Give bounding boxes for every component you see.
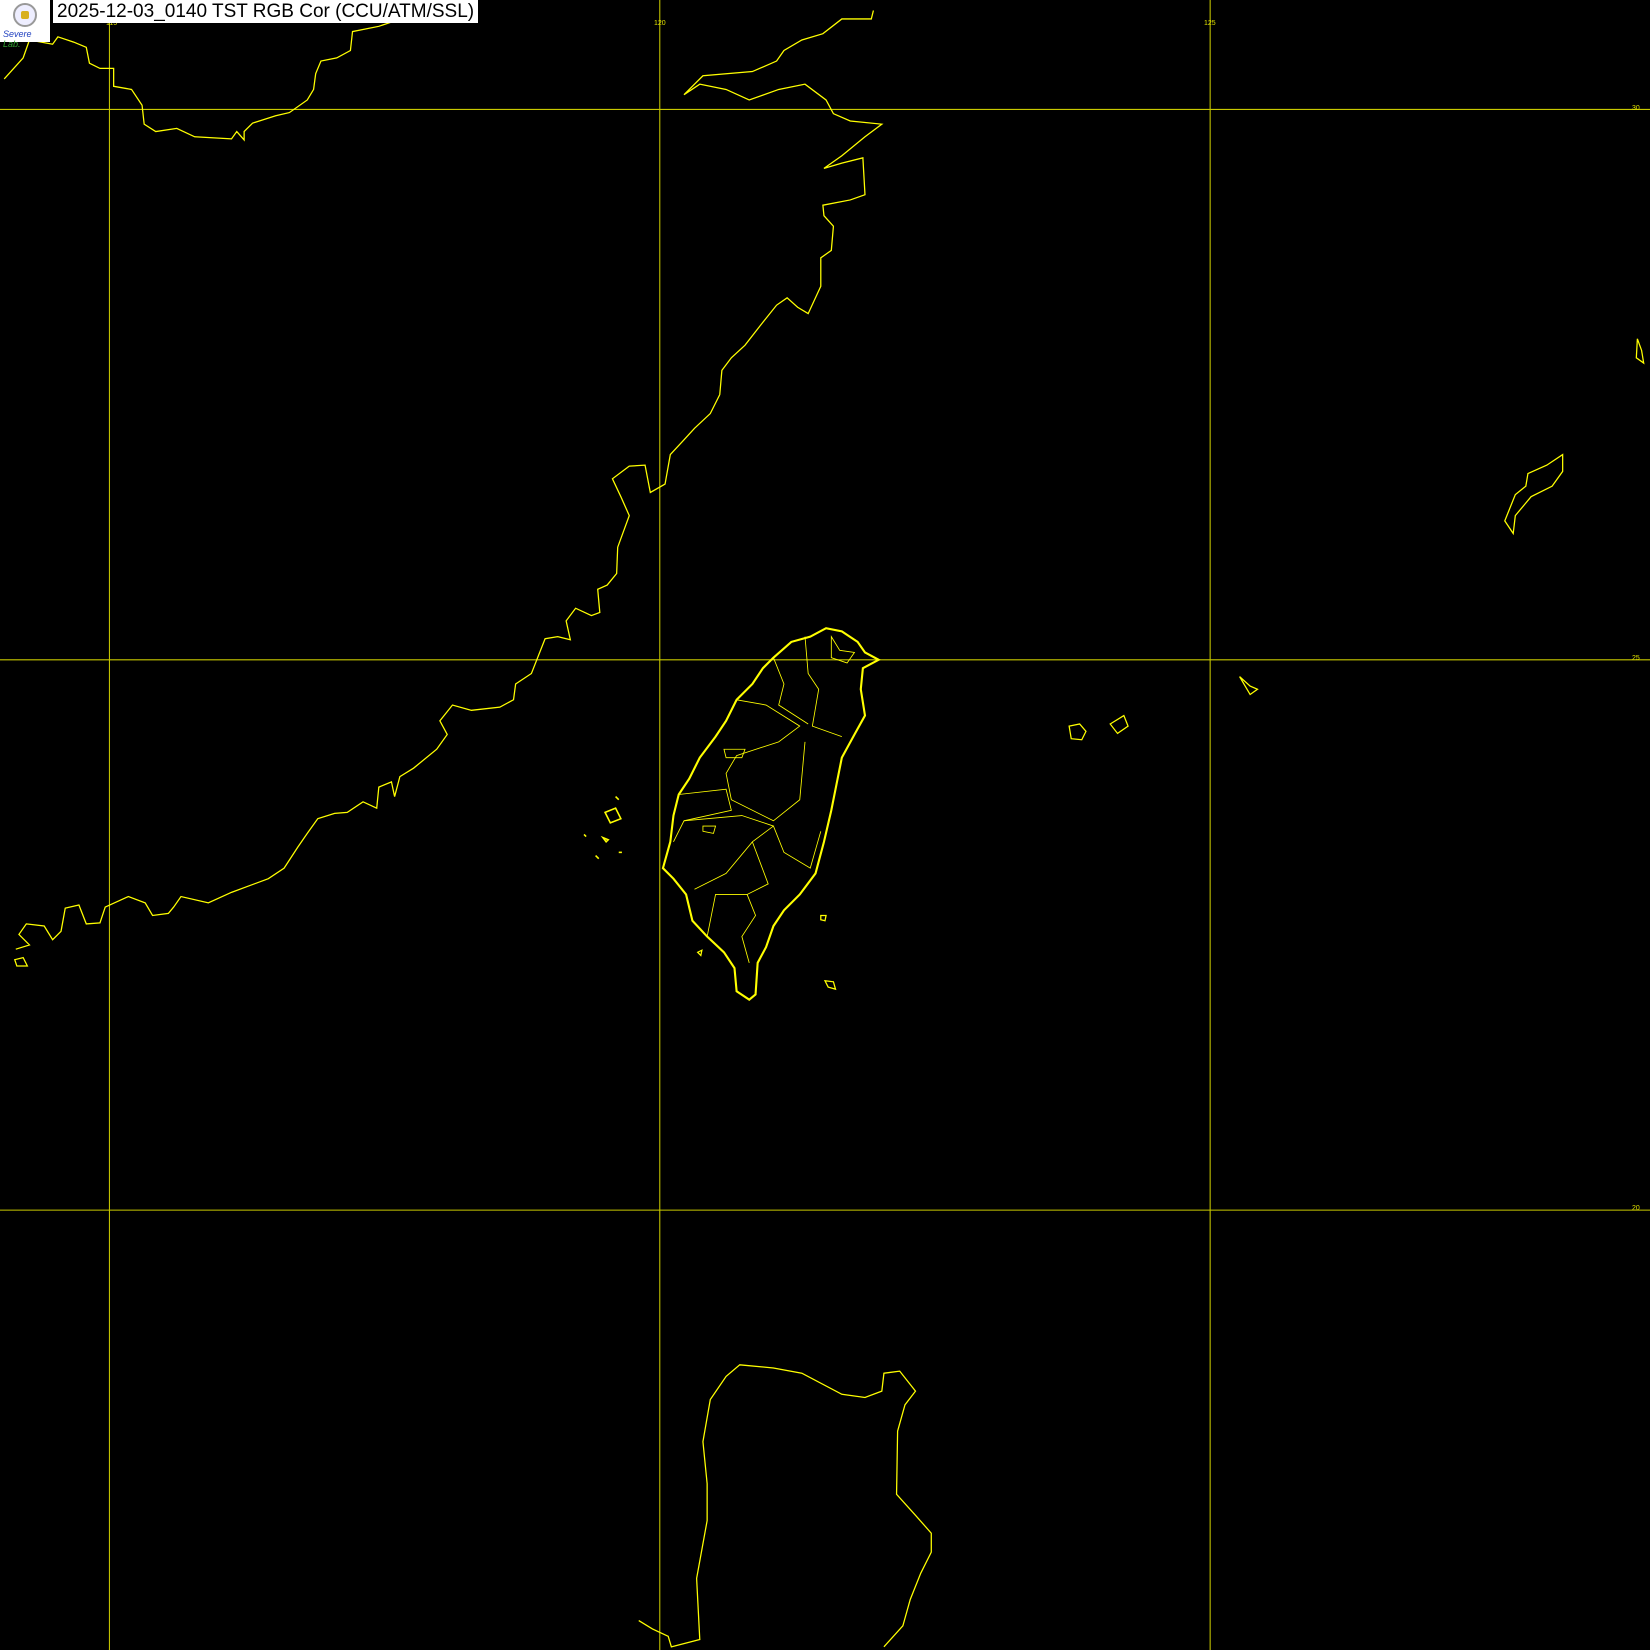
island-okinawa bbox=[1504, 453, 1564, 536]
header: Severe Lab. 2025-12-03_0140 TST RGB Cor … bbox=[0, 0, 479, 49]
lab-logo-text: Severe Lab. bbox=[3, 29, 32, 49]
island-small-west bbox=[13, 956, 29, 967]
island-amami bbox=[1635, 338, 1645, 365]
satellite-map bbox=[0, 0, 1650, 1650]
latitude-label-30: 30 bbox=[1632, 105, 1640, 112]
penghu-islands bbox=[583, 796, 622, 860]
latitude-label-20: 20 bbox=[1632, 1205, 1640, 1212]
coastline-north bbox=[3, 20, 395, 142]
island-miyako bbox=[1239, 676, 1259, 696]
coastline-luzon bbox=[638, 1364, 932, 1648]
longitude-label-125: 125 bbox=[1204, 20, 1216, 27]
coastline-china bbox=[15, 10, 884, 950]
island-orchid bbox=[823, 979, 837, 991]
graticule bbox=[0, 0, 1650, 1650]
longitude-label-120: 120 bbox=[654, 20, 666, 27]
latitude-label-25: 25 bbox=[1632, 655, 1640, 662]
island-yonaguni bbox=[1068, 723, 1087, 741]
image-title: 2025-12-03_0140 TST RGB Cor (CCU/ATM/SSL… bbox=[53, 0, 479, 23]
university-seal-icon bbox=[13, 3, 37, 27]
coastline-taiwan bbox=[661, 627, 881, 1001]
lab-logo: Severe Lab. bbox=[0, 0, 50, 49]
island-ishigaki bbox=[1109, 714, 1129, 735]
island-green bbox=[820, 914, 827, 922]
taiwan-county-borders bbox=[673, 635, 856, 963]
coastlines bbox=[3, 10, 1645, 1648]
island-liuqiu bbox=[696, 949, 703, 957]
